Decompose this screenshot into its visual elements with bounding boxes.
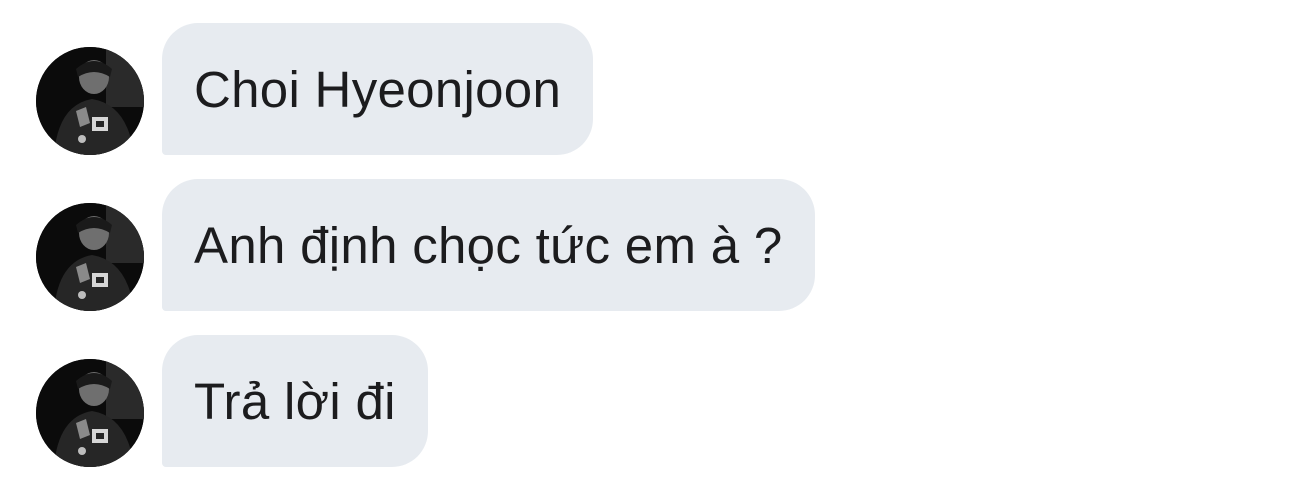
profile-photo-icon	[36, 203, 144, 311]
message-text: Trả lời đi	[194, 372, 396, 430]
message-bubble[interactable]: Choi Hyeonjoon	[162, 23, 594, 155]
sender-avatar[interactable]	[36, 359, 144, 467]
message-bubble[interactable]: Trả lời đi	[162, 335, 428, 467]
message-text: Choi Hyeonjoon	[194, 60, 562, 118]
message-bubble[interactable]: Anh định chọc tức em à ?	[162, 179, 815, 311]
profile-photo-icon	[36, 47, 144, 155]
message-text: Anh định chọc tức em à ?	[194, 216, 783, 274]
message-row: Anh định chọc tức em à ?	[0, 179, 1290, 311]
message-thread: Choi Hyeonjoon Anh định chọc tức em à ?	[0, 0, 1290, 489]
sender-avatar[interactable]	[36, 203, 144, 311]
profile-photo-icon	[36, 359, 144, 467]
message-row: Choi Hyeonjoon	[0, 23, 1290, 155]
sender-avatar[interactable]	[36, 47, 144, 155]
message-row: Trả lời đi	[0, 335, 1290, 467]
